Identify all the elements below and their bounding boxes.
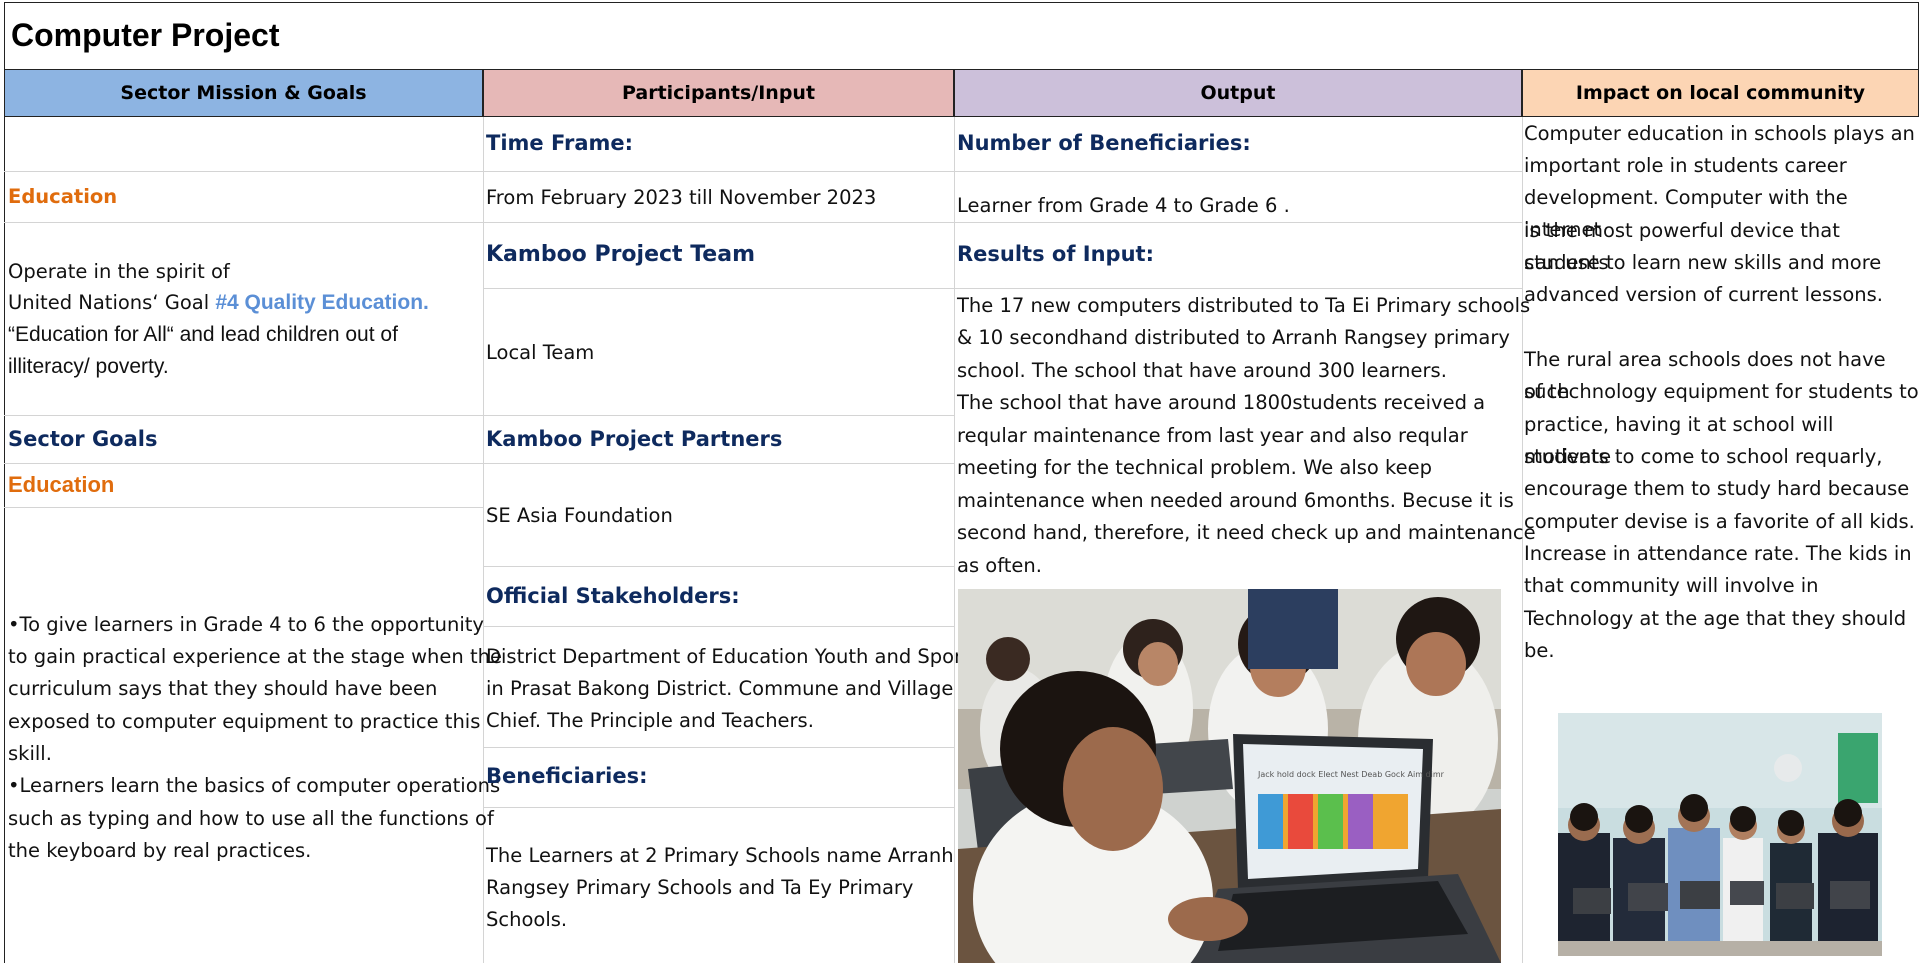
laptop-screen-text: Jack hold dock Elect Nest Deab Gock Aim …: [1257, 770, 1445, 779]
grid-row-divider: [483, 171, 954, 172]
results-line: The school that have around 1800students…: [957, 391, 1486, 414]
project-team-value: Local Team: [486, 341, 595, 364]
mission-spirit-goal-line: United Nations‘ Goal #4 Quality Educatio…: [8, 287, 429, 319]
header-sector-mission: Sector Mission & Goals: [4, 69, 483, 117]
impact-line: Technology at the age that they should: [1524, 607, 1907, 630]
goal-line: to gain practical experience at the stag…: [8, 645, 502, 668]
grid-row-divider: [483, 747, 954, 748]
results-of-input-label: Results of Input:: [957, 242, 1154, 266]
number-of-beneficiaries-value: Learner from Grade 4 to Grade 6 .: [957, 194, 1290, 217]
impact-line: Computer education in schools plays an: [1524, 122, 1915, 145]
stakeholders-label: Official Stakeholders:: [486, 584, 740, 608]
grid-row-divider: [483, 288, 954, 289]
group-laptops-photo: [1558, 713, 1882, 956]
impact-line: that community will involve in: [1524, 574, 1819, 597]
mission-spirit-line: illiteracy/ poverty.: [8, 355, 169, 378]
stakeholders-line: District Department of Education Youth a…: [486, 645, 970, 668]
impact-line: advanced version of current lessons.: [1524, 283, 1884, 306]
time-frame-label: Time Frame:: [486, 131, 634, 155]
grid-row-divider: [954, 171, 1522, 172]
students-laptop-photo: Jack hold dock Elect Nest Deab Gock Aim …: [958, 589, 1501, 963]
grid-row-divider: [4, 463, 483, 464]
goal-line: skill.: [8, 742, 52, 765]
stakeholders-line: in Prasat Bakong District. Commune and V…: [486, 677, 954, 700]
beneficiaries-line: Rangsey Primary Schools and Ta Ey Primar…: [486, 876, 914, 899]
results-line: reqular maintenance from last year and a…: [957, 424, 1468, 447]
grid-row-divider: [483, 807, 954, 808]
grid-row-divider: [4, 222, 483, 223]
results-line: school. The school that have around 300 …: [957, 359, 1447, 382]
time-frame-value: From February 2023 till November 2023: [486, 186, 877, 209]
grid-col-divider: [954, 117, 955, 963]
grid-row-divider: [483, 626, 954, 627]
grid-row-divider: [483, 463, 954, 464]
grid-row-divider: [483, 415, 954, 416]
header-impact: Impact on local community: [1522, 69, 1919, 117]
header-participants-input: Participants/Input: [483, 69, 954, 117]
mission-goal-prefix: United Nations‘ Goal: [8, 291, 216, 314]
page-title: Computer Project: [4, 2, 1919, 69]
goal-line: exposed to computer equipment to practic…: [8, 710, 481, 733]
grid-row-divider: [4, 415, 483, 416]
grid-row-divider: [483, 222, 954, 223]
education-label: Education: [8, 185, 118, 208]
goal-line: •To give learners in Grade 4 to 6 the op…: [8, 613, 484, 636]
impact-line: students to come to school requarly,: [1524, 445, 1883, 468]
impact-line: be.: [1524, 639, 1555, 662]
spreadsheet-page: Computer Project Sector Mission & Goals …: [0, 0, 1919, 963]
results-line: meeting for the technical problem. We al…: [957, 456, 1433, 479]
education-goal-label: Education: [8, 472, 115, 497]
results-line: The 17 new computers distributed to Ta E…: [957, 294, 1531, 317]
goal-line: •Learners learn the basics of computer o…: [8, 774, 501, 797]
sector-goals-label: Sector Goals: [8, 427, 158, 451]
results-line: maintenance when needed around 6months. …: [957, 489, 1514, 512]
grid-row-divider: [4, 507, 483, 508]
mission-spirit-line: Operate in the spirit of: [8, 260, 230, 283]
results-line: & 10 secondhand distributed to Arranh Ra…: [957, 326, 1510, 349]
goal-line: curriculum says that they should have be…: [8, 677, 438, 700]
header-output: Output: [954, 69, 1522, 117]
number-of-beneficiaries-label: Number of Beneficiaries:: [957, 131, 1251, 155]
impact-line: of technology equipment for students to: [1524, 380, 1919, 403]
quality-education-goal: #4 Quality Education.: [215, 291, 429, 314]
impact-line: computer devise is a favorite of all kid…: [1524, 510, 1915, 533]
beneficiaries-line: Schools.: [486, 908, 568, 931]
project-partners-label: Kamboo Project Partners: [486, 427, 783, 451]
beneficiaries-line: The Learners at 2 Primary Schools name A…: [486, 844, 954, 867]
project-team-label: Kamboo Project Team: [486, 242, 755, 267]
mission-spirit-line: “Education for All“ and lead children ou…: [8, 323, 398, 346]
impact-line: important role in students career: [1524, 154, 1847, 177]
goal-line: such as typing and how to use all the fu…: [8, 807, 494, 830]
goal-line: the keyboard by real practices.: [8, 839, 312, 862]
grid-col-divider: [483, 117, 484, 963]
results-line: second hand, therefore, it need check up…: [957, 521, 1536, 544]
grid-row-divider: [4, 171, 483, 172]
impact-line: Increase in attendance rate. The kids in: [1524, 542, 1912, 565]
stakeholders-line: Chief. The Principle and Teachers.: [486, 709, 814, 732]
results-line: as often.: [957, 554, 1042, 577]
beneficiaries-label: Beneficiaries:: [486, 764, 648, 788]
grid-row-divider: [483, 566, 954, 567]
project-partners-value: SE Asia Foundation: [486, 504, 673, 527]
grid-left-border: [4, 117, 5, 963]
grid-row-divider: [954, 288, 1522, 289]
impact-line: encourage them to study hard because: [1524, 477, 1910, 500]
impact-line: can use to learn new skills and more: [1524, 251, 1882, 274]
